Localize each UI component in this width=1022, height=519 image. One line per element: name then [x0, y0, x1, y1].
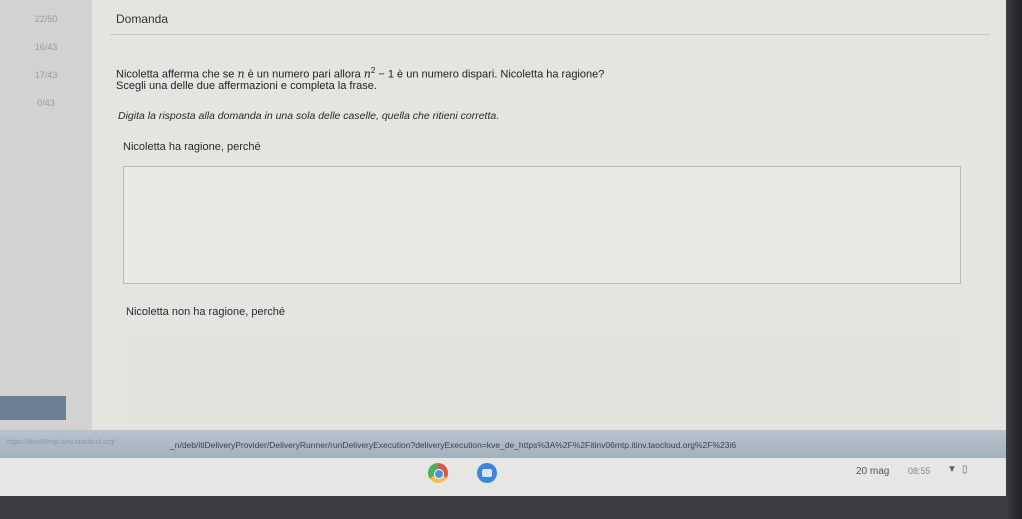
answer-textbox-no[interactable]	[126, 332, 962, 422]
chrome-icon[interactable]	[428, 463, 448, 483]
expression-rest: − 1	[375, 68, 394, 81]
taskbar-time[interactable]: 08:55	[908, 466, 931, 476]
monitor-bezel-right	[1006, 0, 1022, 519]
screen: 22/50 16/43 17/43 0/43 Domanda Nicoletta…	[0, 0, 1006, 519]
files-app-icon[interactable]	[477, 463, 497, 483]
variable-n: n	[237, 67, 245, 81]
question-navigator: 22/50 16/43 17/43 0/43	[0, 0, 92, 430]
nav-item[interactable]: 22/50	[0, 6, 92, 32]
wifi-icon[interactable]: ▼	[947, 464, 957, 475]
expression-n: n	[363, 67, 371, 81]
nav-item[interactable]: 0/43	[0, 90, 92, 116]
nav-item[interactable]: 16/43	[0, 34, 92, 60]
answer-textbox-yes[interactable]	[123, 166, 961, 284]
question-text: Nicoletta afferma che se n è un numero p…	[116, 66, 604, 81]
question-header: Domanda	[116, 12, 169, 26]
battery-icon[interactable]: ▯	[962, 464, 968, 475]
instruction-text: Digita la risposta alla domanda in una s…	[118, 110, 500, 122]
nav-active-section[interactable]	[0, 396, 66, 420]
question-text-part: Nicoletta afferma che se	[116, 68, 238, 81]
url-text: _n/deb/itiDeliveryProvider/DeliveryRunne…	[170, 440, 737, 450]
browser-address-bar[interactable]: https://itinv06mtp.itinv.taocloud.org/ _…	[0, 430, 1006, 458]
choice-label-no: Nicoletta non ha ragione, perché	[126, 306, 285, 318]
url-prefix: https://itinv06mtp.itinv.taocloud.org/	[6, 439, 116, 446]
question-text-part: è un numero pari allora	[244, 68, 364, 81]
choice-label-yes: Nicoletta ha ragione, perché	[123, 141, 261, 153]
question-text-part: è un numero dispari. Nicoletta ha ragion…	[394, 68, 605, 81]
question-subtext: Scegli una delle due affermazioni e comp…	[116, 80, 377, 92]
header-divider	[110, 34, 990, 35]
monitor-bezel-bottom	[0, 496, 1006, 519]
nav-item[interactable]: 17/43	[0, 62, 92, 88]
taskbar-date: 20 mag	[856, 466, 890, 477]
